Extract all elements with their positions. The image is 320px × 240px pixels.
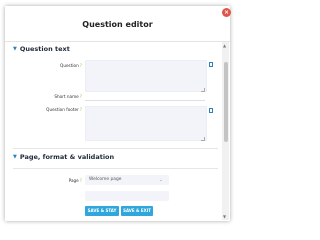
short-name-label-text: Short name [54, 94, 79, 99]
resize-handle-icon[interactable] [201, 137, 205, 141]
short-name-label: Short name? [22, 94, 82, 99]
select-field[interactable] [85, 191, 169, 201]
page-label-text: Page [68, 178, 79, 183]
question-editor[interactable] [85, 60, 207, 92]
question-footer-label: Question footer? [22, 107, 82, 112]
help-icon[interactable]: ? [80, 94, 82, 99]
scrollbar[interactable]: ▲ ▼ [222, 42, 229, 220]
scroll-up-icon[interactable]: ▲ [223, 43, 226, 48]
title-divider [5, 41, 230, 42]
question-editor-modal: Question editor ▼ Question text Question?… [5, 6, 230, 221]
scroll-down-icon[interactable]: ▼ [223, 214, 226, 219]
section-divider [13, 168, 218, 169]
chevron-down-icon: ⌄ [158, 177, 163, 183]
section-title: Question text [19, 45, 70, 53]
modal-title: Question editor [82, 20, 153, 29]
chevron-down-icon: ▼ [13, 154, 17, 160]
page-label: Page? [22, 178, 82, 183]
page-select[interactable]: Welcome page ⌄ [85, 175, 169, 185]
save-and-exit-button[interactable]: SAVE & EXIT [121, 206, 153, 216]
page-select-value: Welcome page [89, 177, 122, 182]
question-footer-label-text: Question footer [46, 107, 79, 112]
section-title: Page, format & validation [19, 153, 115, 161]
help-icon[interactable]: ? [80, 63, 82, 68]
document-icon[interactable] [209, 62, 213, 67]
save-and-stay-button[interactable]: SAVE & STAY [85, 206, 119, 216]
short-name-input[interactable] [85, 100, 205, 101]
question-footer-editor[interactable] [85, 106, 207, 141]
section-header-page-format-validation[interactable]: ▼ Page, format & validation [13, 153, 114, 161]
help-icon[interactable]: ? [80, 178, 82, 183]
question-label: Question? [22, 63, 82, 68]
question-label-text: Question [60, 63, 79, 68]
section-divider [13, 148, 218, 149]
close-icon[interactable]: × [222, 8, 231, 17]
resize-handle-icon[interactable] [201, 88, 205, 92]
section-header-question-text[interactable]: ▼ Question text [13, 45, 70, 53]
scroll-thumb[interactable] [223, 62, 228, 142]
document-icon[interactable] [209, 108, 213, 113]
chevron-down-icon: ▼ [13, 46, 17, 52]
help-icon[interactable]: ? [80, 107, 82, 112]
